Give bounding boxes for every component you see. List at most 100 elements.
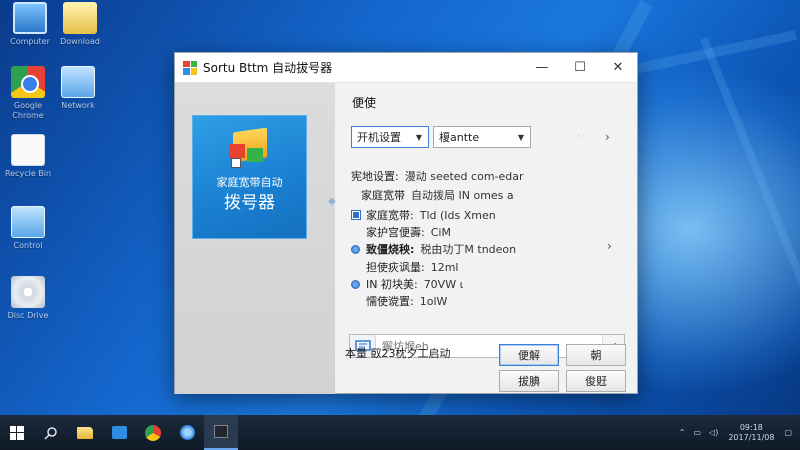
network-icon[interactable]: ▭ [693,428,701,437]
start-button[interactable] [0,415,34,450]
desktop-icon-caption: Computer [10,37,50,46]
info-value: 1olW [419,294,448,308]
control-panel-icon [11,206,45,238]
option-radio[interactable] [351,279,360,289]
desktop-icon-chrome[interactable]: Google Chrome [0,66,56,121]
option-row[interactable]: IN 初块美: 70VW ι [351,276,463,292]
browser-icon [179,425,195,440]
taskbar-chrome[interactable] [136,415,170,450]
taskbar-search-button[interactable] [34,415,68,450]
mode-select[interactable]: 榎antte ▼ [433,126,531,148]
taskbar-dialer[interactable] [204,415,238,450]
settings-button[interactable]: 俊覎 [566,370,626,392]
mode-select-value: 榎antte [439,131,480,144]
title-bar[interactable]: Sortu Bttm 自动拔号器 — ☐ ✕ [175,53,637,83]
splash-line2: 拨号器 [224,193,275,213]
option-radio[interactable] [351,244,360,254]
desktop-icon-pc[interactable]: Computer [2,2,58,47]
system-tray: ⌃ ▭ ◁) 09:18 2017/11/08 ▢ [679,415,800,450]
exit-button[interactable]: 朝 [566,344,626,366]
taskbar-explorer[interactable] [68,415,102,450]
collapse-arrow-icon[interactable]: ◆ [328,196,336,207]
startup-select-value: 开机设置 [357,131,401,144]
store-icon [111,426,127,439]
status-text: 本量 臤23枕夕工启动 [345,347,451,360]
info-label: IN 初块美: [366,278,418,291]
folder-icon [77,426,93,439]
windows-logo-icon [10,425,24,440]
info-value: 12ml [430,260,459,274]
info-row: 宪地设置: 漫动 seeted com-edar [351,168,524,184]
desktop-icon-control[interactable]: Control [0,206,56,251]
info-label: 懦使谠置: [366,295,414,308]
clock[interactable]: 09:18 2017/11/08 [728,423,774,443]
splash-banner: 家庭宽带自动 拨号器 [192,115,307,239]
disc-icon [11,276,45,308]
chrome-icon [11,66,45,98]
taskbar-ie[interactable] [170,415,204,450]
left-pane: 家庭宽带自动 拨号器 ◆ [175,83,336,394]
desktop-icon-caption: Recycle Bin [4,169,52,178]
clock-date: 2017/11/08 [728,432,775,442]
info-value: 70VW ι [423,277,464,291]
info-value: Tld (Ids Xmen [419,208,496,222]
clock-time: 09:18 [739,422,763,432]
chevron-right-icon[interactable]: › [605,130,610,144]
app-icon [183,60,197,75]
document-icon [11,134,45,166]
chevron-down-icon: ▼ [517,132,525,142]
ellipsis-icon: · · [577,132,586,142]
info-row: 担使疢讽量: 12ml [351,259,459,275]
option-row[interactable]: 致僵烧秧: 税由功丁M tndeon [351,241,516,257]
close-button[interactable]: ✕ [599,53,637,83]
info-label: 担使疢讽量: [366,261,425,274]
dialer-logo-icon [227,127,273,172]
section-title: 便使 [352,96,377,110]
desktop-icon-caption: Google Chrome [12,101,44,120]
desktop-icon-caption: Control [13,241,43,250]
info-value: CiM [430,225,451,239]
info-row: 懦使谠置: 1olW [351,293,447,309]
volume-icon[interactable]: ◁) [709,428,718,437]
dialer-app-icon [214,425,228,438]
splash-line1: 家庭宽带自动 [216,176,283,189]
desktop-icon-caption: Disc Drive [7,311,49,320]
taskbar: ⌃ ▭ ◁) 09:18 2017/11/08 ▢ [0,415,800,450]
light-beam [700,37,800,415]
option-checkbox[interactable] [351,210,361,220]
info-row: 家护宫便壽: CiM [351,224,451,240]
notification-icon[interactable]: ▢ [784,428,792,437]
search-icon [44,426,57,440]
desktop-icon-caption: Download [60,37,100,46]
info-value: 自动拨局 IN omes a [411,189,514,202]
folder-icon [63,2,97,34]
minimize-button[interactable]: — [523,53,561,83]
info-label: 家庭宽带: [366,209,414,222]
info-value: 税由功丁M tndeon [420,243,517,256]
connect-button[interactable]: 便解 [499,344,559,366]
desktop-icon-network[interactable]: Network [50,66,106,111]
maximize-button[interactable]: ☐ [561,53,599,83]
info-label: 家庭宽带 [361,189,405,202]
desktop-icon-caption: Network [61,101,95,110]
option-row[interactable]: 家庭宽带: Tld (Ids Xmen [351,207,496,223]
desktop-icon-disc[interactable]: Disc Drive [0,276,56,321]
computer-icon [13,2,47,34]
chrome-icon [145,424,161,441]
info-label: 致僵烧秧: [366,243,415,256]
dialer-window: Sortu Bttm 自动拔号器 — ☐ ✕ 家庭宽带自动 拨号器 ◆ 便使 开… [174,52,638,394]
network-icon [61,66,95,98]
desktop-icon-doc[interactable]: Recycle Bin [0,134,56,179]
desktop-icon-folder[interactable]: Download [52,2,108,47]
chevron-right-icon[interactable]: › [607,239,612,253]
info-label: 宪地设置: [351,170,399,183]
taskbar-store[interactable] [102,415,136,450]
chevron-up-icon[interactable]: ⌃ [679,428,686,437]
window-title: Sortu Bttm 自动拔号器 [203,61,333,75]
chevron-down-icon: ▼ [415,132,423,142]
info-value: 漫动 seeted com-edar [404,170,524,183]
info-label: 家护宫便壽: [366,226,425,239]
info-row: 家庭宽带 自动拨局 IN omes a [361,187,514,203]
startup-select[interactable]: 开机设置 ▼ [351,126,429,148]
switch-button[interactable]: 拔腆 [499,370,559,392]
